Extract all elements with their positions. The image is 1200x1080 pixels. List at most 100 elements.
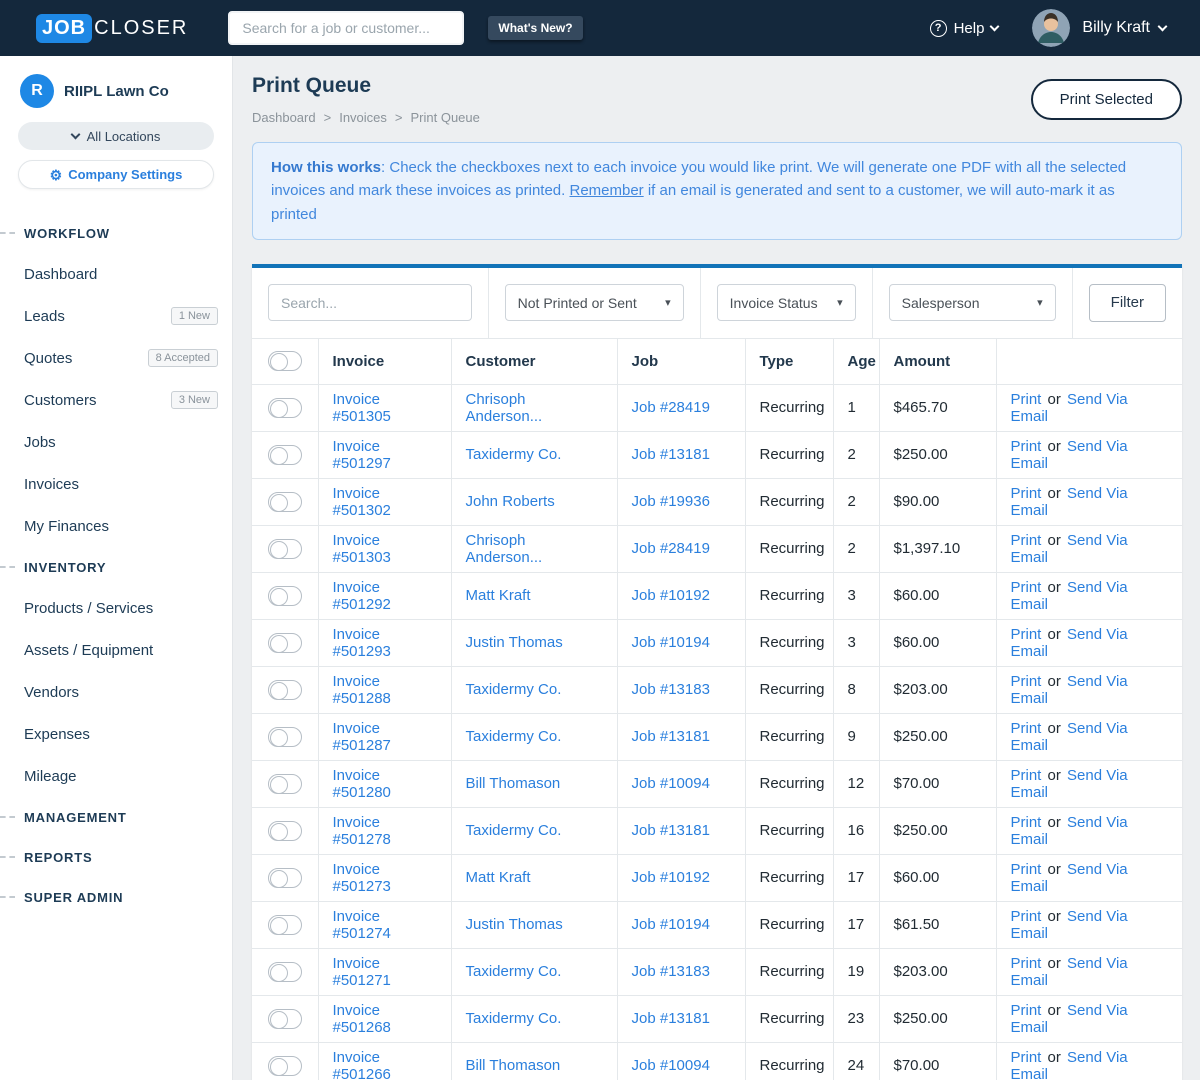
locations-dropdown[interactable]: All Locations (18, 122, 214, 150)
print-link[interactable]: Print (1011, 626, 1042, 643)
print-link[interactable]: Print (1011, 438, 1042, 455)
sidebar-item-products-services[interactable]: Products / Services (0, 587, 232, 629)
invoice-link[interactable]: Invoice #501287 (333, 720, 391, 754)
row-toggle[interactable] (267, 679, 302, 700)
invoice-link[interactable]: Invoice #501280 (333, 767, 391, 801)
sidebar-item-assets-equipment[interactable]: Assets / Equipment (0, 629, 232, 671)
invoice-link[interactable]: Invoice #501266 (333, 1049, 391, 1080)
print-link[interactable]: Print (1011, 1002, 1042, 1019)
customer-link[interactable]: Bill Thomason (466, 775, 561, 792)
breadcrumb-item[interactable]: Invoices (339, 110, 387, 125)
print-link[interactable]: Print (1011, 955, 1042, 972)
invoice-status-select[interactable]: Invoice Status (716, 284, 856, 322)
sidebar-item-jobs[interactable]: Jobs (0, 421, 232, 463)
invoice-link[interactable]: Invoice #501268 (333, 1002, 391, 1036)
sidebar-section-workflow[interactable]: WORKFLOW (0, 213, 232, 253)
help-menu[interactable]: ? Help (929, 19, 1000, 37)
customer-link[interactable]: Justin Thomas (466, 634, 563, 651)
row-toggle[interactable] (267, 867, 302, 888)
customer-link[interactable]: Chrisoph Anderson... (466, 532, 543, 566)
print-link[interactable]: Print (1011, 532, 1042, 549)
table-search-input[interactable] (268, 284, 472, 322)
sidebar-item-expenses[interactable]: Expenses (0, 713, 232, 755)
global-search-input[interactable] (228, 11, 465, 45)
row-toggle[interactable] (267, 1008, 302, 1029)
job-link[interactable]: Job #28419 (632, 540, 710, 557)
col-header-amount[interactable]: Amount (878, 337, 997, 385)
print-link[interactable]: Print (1011, 579, 1042, 596)
job-link[interactable]: Job #13183 (632, 681, 710, 698)
sidebar-section-reports[interactable]: REPORTS (0, 837, 232, 877)
invoice-link[interactable]: Invoice #501273 (333, 861, 391, 895)
invoice-link[interactable]: Invoice #501271 (333, 955, 391, 989)
invoice-link[interactable]: Invoice #501302 (333, 485, 391, 519)
job-link[interactable]: Job #13183 (632, 963, 710, 980)
filter-button[interactable]: Filter (1088, 283, 1166, 322)
sidebar-item-dashboard[interactable]: Dashboard (0, 253, 232, 295)
print-link[interactable]: Print (1011, 485, 1042, 502)
sidebar-item-quotes[interactable]: Quotes 8 Accepted (0, 337, 232, 379)
row-toggle[interactable] (267, 585, 302, 606)
customer-link[interactable]: Taxidermy Co. (466, 446, 562, 463)
job-link[interactable]: Job #13181 (632, 822, 710, 839)
sidebar-item-invoices[interactable]: Invoices (0, 463, 232, 505)
job-link[interactable]: Job #19936 (632, 493, 710, 510)
customer-link[interactable]: Bill Thomason (466, 1057, 561, 1074)
invoice-link[interactable]: Invoice #501297 (333, 438, 391, 472)
row-toggle[interactable] (267, 444, 302, 465)
row-toggle[interactable] (267, 820, 302, 841)
row-toggle[interactable] (267, 491, 302, 512)
job-link[interactable]: Job #13181 (632, 1010, 710, 1027)
print-link[interactable]: Print (1011, 720, 1042, 737)
row-toggle[interactable] (267, 914, 302, 935)
salesperson-select[interactable]: Salesperson (888, 284, 1056, 322)
company-header[interactable]: R RIIPL Lawn Co (0, 74, 232, 108)
job-link[interactable]: Job #28419 (632, 399, 710, 416)
job-link[interactable]: Job #10094 (632, 775, 710, 792)
row-toggle[interactable] (267, 1055, 302, 1076)
company-settings-button[interactable]: ⚙ Company Settings (18, 160, 214, 189)
whats-new-button[interactable]: What's New? (488, 16, 583, 40)
customer-link[interactable]: Taxidermy Co. (466, 963, 562, 980)
invoice-link[interactable]: Invoice #501292 (333, 579, 391, 613)
job-link[interactable]: Job #13181 (632, 728, 710, 745)
user-avatar[interactable] (1032, 9, 1071, 47)
row-toggle[interactable] (267, 773, 302, 794)
invoice-link[interactable]: Invoice #501293 (333, 626, 391, 660)
col-header-customer[interactable]: Customer (450, 337, 618, 385)
customer-link[interactable]: Taxidermy Co. (466, 822, 562, 839)
breadcrumb-item[interactable]: Dashboard (252, 110, 316, 125)
invoice-link[interactable]: Invoice #501288 (333, 673, 391, 707)
col-header-age[interactable]: Age (832, 337, 880, 385)
invoice-link[interactable]: Invoice #501274 (333, 908, 391, 942)
sidebar-section-super-admin[interactable]: SUPER ADMIN (0, 877, 232, 917)
customer-link[interactable]: John Roberts (466, 493, 555, 510)
row-toggle[interactable] (267, 538, 302, 559)
user-menu[interactable]: Billy Kraft (1082, 19, 1168, 37)
row-toggle[interactable] (267, 726, 302, 747)
customer-link[interactable]: Matt Kraft (466, 869, 531, 886)
print-link[interactable]: Print (1011, 673, 1042, 690)
col-header-type[interactable]: Type (744, 337, 834, 385)
job-link[interactable]: Job #13181 (632, 446, 710, 463)
customer-link[interactable]: Taxidermy Co. (466, 1010, 562, 1027)
print-link[interactable]: Print (1011, 908, 1042, 925)
customer-link[interactable]: Taxidermy Co. (466, 681, 562, 698)
sidebar-item-leads[interactable]: Leads 1 New (0, 295, 232, 337)
sidebar-section-management[interactable]: MANAGEMENT (0, 797, 232, 837)
sidebar-item-vendors[interactable]: Vendors (0, 671, 232, 713)
print-link[interactable]: Print (1011, 391, 1042, 408)
row-toggle[interactable] (267, 632, 302, 653)
job-link[interactable]: Job #10194 (632, 634, 710, 651)
invoice-link[interactable]: Invoice #501305 (333, 391, 391, 425)
job-link[interactable]: Job #10194 (632, 916, 710, 933)
job-link[interactable]: Job #10192 (632, 587, 710, 604)
row-toggle[interactable] (267, 961, 302, 982)
print-link[interactable]: Print (1011, 814, 1042, 831)
sidebar-section-inventory[interactable]: INVENTORY (0, 547, 232, 587)
invoice-link[interactable]: Invoice #501278 (333, 814, 391, 848)
sidebar-item-my-finances[interactable]: My Finances (0, 505, 232, 547)
customer-link[interactable]: Taxidermy Co. (466, 728, 562, 745)
col-header-invoice[interactable]: Invoice (317, 337, 452, 385)
print-link[interactable]: Print (1011, 861, 1042, 878)
